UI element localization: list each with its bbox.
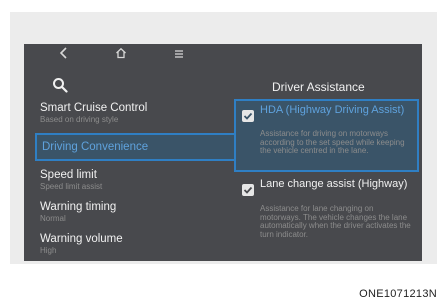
menu-item-warning-timing[interactable]: Warning timing Normal (40, 201, 116, 223)
chevron-left-icon[interactable] (59, 47, 68, 63)
checkbox-checked-icon[interactable] (242, 110, 254, 122)
menu-item-speed-limit[interactable]: Speed limit Speed limit assist (40, 169, 102, 191)
menu-item-title: Smart Cruise Control (40, 102, 148, 114)
option-title: Lane change assist (Highway) (260, 178, 408, 190)
infotainment-screen: Smart Cruise Control Based on driving st… (24, 44, 422, 261)
option-description: Assistance for lane changing on motorway… (260, 204, 411, 239)
option-title: HDA (Highway Driving Assist) (260, 104, 405, 116)
menu-item-subtitle: Speed limit assist (40, 182, 103, 191)
menu-item-subtitle: Normal (40, 214, 66, 223)
checkbox-checked-icon[interactable] (242, 184, 254, 196)
menu-item-title: Driving Convenience (42, 141, 149, 153)
menu-item-driving-convenience[interactable]: Driving Convenience (35, 133, 243, 161)
menu-item-warning-volume[interactable]: Warning volume High (40, 233, 123, 255)
menu-item-title: Warning volume (40, 233, 123, 245)
menu-item-title: Speed limit (40, 169, 97, 181)
top-nav-bar (24, 44, 422, 66)
menu-item-smart-cruise-control[interactable]: Smart Cruise Control Based on driving st… (40, 102, 147, 124)
menu-item-title: Warning timing (40, 201, 117, 213)
home-icon[interactable] (115, 47, 127, 63)
menu-item-subtitle: Based on driving style (40, 115, 119, 124)
search-icon[interactable] (52, 77, 70, 95)
panel-title: Driver Assistance (272, 80, 365, 94)
figure-caption: ONE1071213N (359, 288, 437, 300)
menu-icon[interactable] (174, 47, 184, 63)
menu-item-subtitle: High (40, 246, 57, 255)
option-hda[interactable]: HDA (Highway Driving Assist) Assistance … (234, 99, 419, 172)
option-description: Assistance for driving on motorways acco… (260, 129, 405, 155)
